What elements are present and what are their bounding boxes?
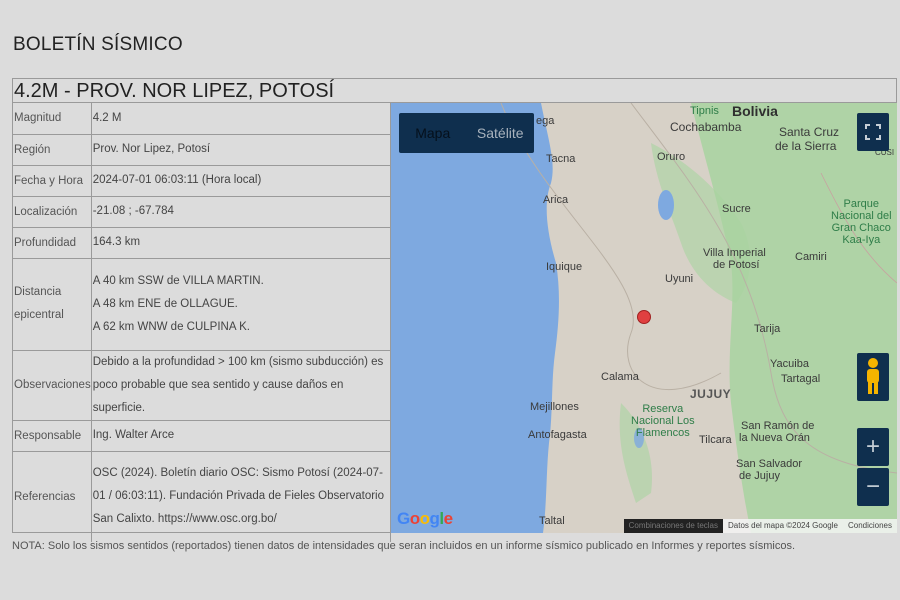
label-location: Localización bbox=[13, 196, 92, 228]
row-region: Región Prov. Nor Lipez, Potosí bbox=[13, 134, 392, 166]
value-references: OSC (2024). Boletín diario OSC: Sismo Po… bbox=[91, 451, 392, 542]
map-label-sucre: Sucre bbox=[722, 203, 751, 215]
map-label-tarija: Tarija bbox=[754, 323, 781, 335]
map-terrain[interactable] bbox=[391, 103, 897, 533]
fullscreen-button[interactable] bbox=[857, 113, 889, 151]
footnote: NOTA: Solo los sismos sentidos (reportad… bbox=[12, 540, 796, 552]
map-label-san-ramon: San Ramón de bbox=[741, 420, 815, 432]
map-label-camiri: Camiri bbox=[795, 251, 827, 263]
reserva-line-3: Flamencos bbox=[635, 427, 690, 439]
map-label-de-jujuy: de Jujuy bbox=[739, 470, 780, 482]
value-observations: Debido a la profundidad > 100 km (sismo … bbox=[91, 350, 392, 421]
map-label-taltal: Taltal bbox=[539, 515, 565, 527]
map-label-nueva-oran: la Nueva Orán bbox=[739, 432, 810, 444]
value-location: -21.08 ; -67.784 bbox=[91, 196, 392, 228]
epicenter-marker bbox=[637, 310, 651, 324]
map-label-tipnis: Tipnis bbox=[690, 105, 719, 117]
map-label-iquique: Iquique bbox=[546, 261, 583, 273]
reserva-line-1: Reserva bbox=[642, 403, 684, 415]
fullscreen-icon bbox=[865, 124, 881, 140]
page-title: BOLETÍN SÍSMICO bbox=[13, 34, 183, 55]
value-distance: A 40 km SSW de VILLA MARTIN. A 48 km ENE… bbox=[91, 258, 392, 351]
map-type-mapa-button[interactable]: Mapa bbox=[399, 113, 467, 153]
map-type-satelite-button[interactable]: Satélite bbox=[467, 113, 535, 153]
map-label-arica: Arica bbox=[543, 194, 569, 206]
distance-line-2: A 48 km ENE de OLLAGUE. bbox=[92, 297, 238, 310]
map-label-uyuni: Uyuni bbox=[665, 273, 694, 285]
map-label-villa-imperial: Villa Imperial bbox=[703, 247, 766, 259]
label-region: Región bbox=[13, 134, 92, 166]
map-type-control: Mapa Satélite bbox=[399, 113, 534, 153]
map-label-oruro: Oruro bbox=[657, 151, 686, 163]
bulletin-panel: 4.2M - PROV. NOR LIPEZ, POTOSÍ Magnitud … bbox=[12, 78, 897, 542]
park-line-3: Gran Chaco bbox=[831, 222, 891, 234]
row-depth: Profundidad 164.3 km bbox=[13, 227, 392, 259]
map-label-bolivia: Bolivia bbox=[732, 103, 778, 119]
street-view-button[interactable] bbox=[857, 353, 889, 401]
label-distance: Distancia epicentral bbox=[13, 258, 92, 351]
distance-line-3: A 62 km WNW de CULPINA K. bbox=[92, 320, 250, 333]
value-depth: 164.3 km bbox=[91, 227, 392, 259]
map-label-ega: ega bbox=[536, 115, 555, 127]
row-responsible: Responsable Ing. Walter Arce bbox=[13, 420, 392, 452]
map-label-jujuy: JUJUY bbox=[690, 387, 732, 401]
map-data-attribution: Datos del mapa ©2024 Google bbox=[723, 519, 843, 533]
park-line-1: Parque bbox=[843, 198, 880, 210]
map-label-calama: Calama bbox=[601, 371, 639, 383]
map-label-san-salvador: San Salvador bbox=[736, 458, 803, 470]
park-line-2: Nacional del bbox=[831, 210, 892, 222]
row-location: Localización -21.08 ; -67.784 bbox=[13, 196, 392, 228]
map-view[interactable]: Bolivia Tipnis Cochabamba Santa Cruz de … bbox=[391, 103, 897, 533]
map-label-tilcara: Tilcara bbox=[699, 434, 732, 446]
park-line-4: Kaa-Iya bbox=[842, 234, 881, 246]
map-label-tacna: Tacna bbox=[546, 153, 576, 165]
map-attribution: Combinaciones de teclas Datos del mapa ©… bbox=[623, 519, 897, 533]
value-magnitude: 4.2 M bbox=[91, 103, 392, 135]
row-datetime: Fecha y Hora 2024-07-01 06:03:11 (Hora l… bbox=[13, 165, 392, 197]
map-label-parque: Parque Nacional del Gran Chaco Kaa-Iya bbox=[831, 198, 892, 246]
keyboard-shortcuts-link[interactable]: Combinaciones de teclas bbox=[623, 519, 723, 533]
distance-line-1: A 40 km SSW de VILLA MARTIN. bbox=[92, 274, 264, 287]
zoom-out-button[interactable]: − bbox=[857, 468, 889, 506]
terms-link[interactable]: Condiciones bbox=[842, 519, 897, 533]
zoom-in-button[interactable]: + bbox=[857, 428, 889, 466]
event-title: 4.2M - PROV. NOR LIPEZ, POTOSÍ bbox=[13, 79, 896, 103]
label-datetime: Fecha y Hora bbox=[13, 165, 92, 197]
map-label-de-la-sierra: de la Sierra bbox=[775, 139, 837, 153]
pegman-icon bbox=[867, 358, 879, 394]
value-responsible: Ing. Walter Arce bbox=[91, 420, 392, 452]
row-distance: Distancia epicentral A 40 km SSW de VILL… bbox=[13, 258, 392, 351]
map-label-cochabamba: Cochabamba bbox=[670, 120, 742, 134]
row-observations: Observaciones Debido a la profundidad > … bbox=[13, 350, 392, 421]
map-label-tartagal: Tartagal bbox=[781, 373, 821, 385]
map-label-de-potosi: de Potosí bbox=[713, 259, 760, 271]
map-label-mejillones: Mejillones bbox=[530, 401, 579, 413]
value-region: Prov. Nor Lipez, Potosí bbox=[91, 134, 392, 166]
map-label-yacuiba: Yacuiba bbox=[770, 358, 809, 370]
map-label-antofagasta: Antofagasta bbox=[528, 429, 587, 441]
google-logo[interactable]: Google bbox=[397, 509, 453, 529]
label-observations: Observaciones bbox=[13, 350, 92, 421]
row-references: Referencias OSC (2024). Boletín diario O… bbox=[13, 451, 392, 542]
map-label-santa-cruz: Santa Cruz bbox=[779, 125, 840, 139]
label-magnitude: Magnitud bbox=[13, 103, 92, 135]
reserva-line-2: Nacional Los bbox=[631, 415, 695, 427]
value-datetime: 2024-07-01 06:03:11 (Hora local) bbox=[91, 165, 392, 197]
row-magnitude: Magnitud 4.2 M bbox=[13, 103, 392, 135]
info-table: Magnitud 4.2 M Región Prov. Nor Lipez, P… bbox=[13, 103, 392, 542]
label-responsible: Responsable bbox=[13, 420, 92, 452]
label-depth: Profundidad bbox=[13, 227, 92, 259]
label-references: Referencias bbox=[13, 451, 92, 542]
map-label-reserva: Reserva Nacional Los Flamencos bbox=[631, 403, 695, 439]
